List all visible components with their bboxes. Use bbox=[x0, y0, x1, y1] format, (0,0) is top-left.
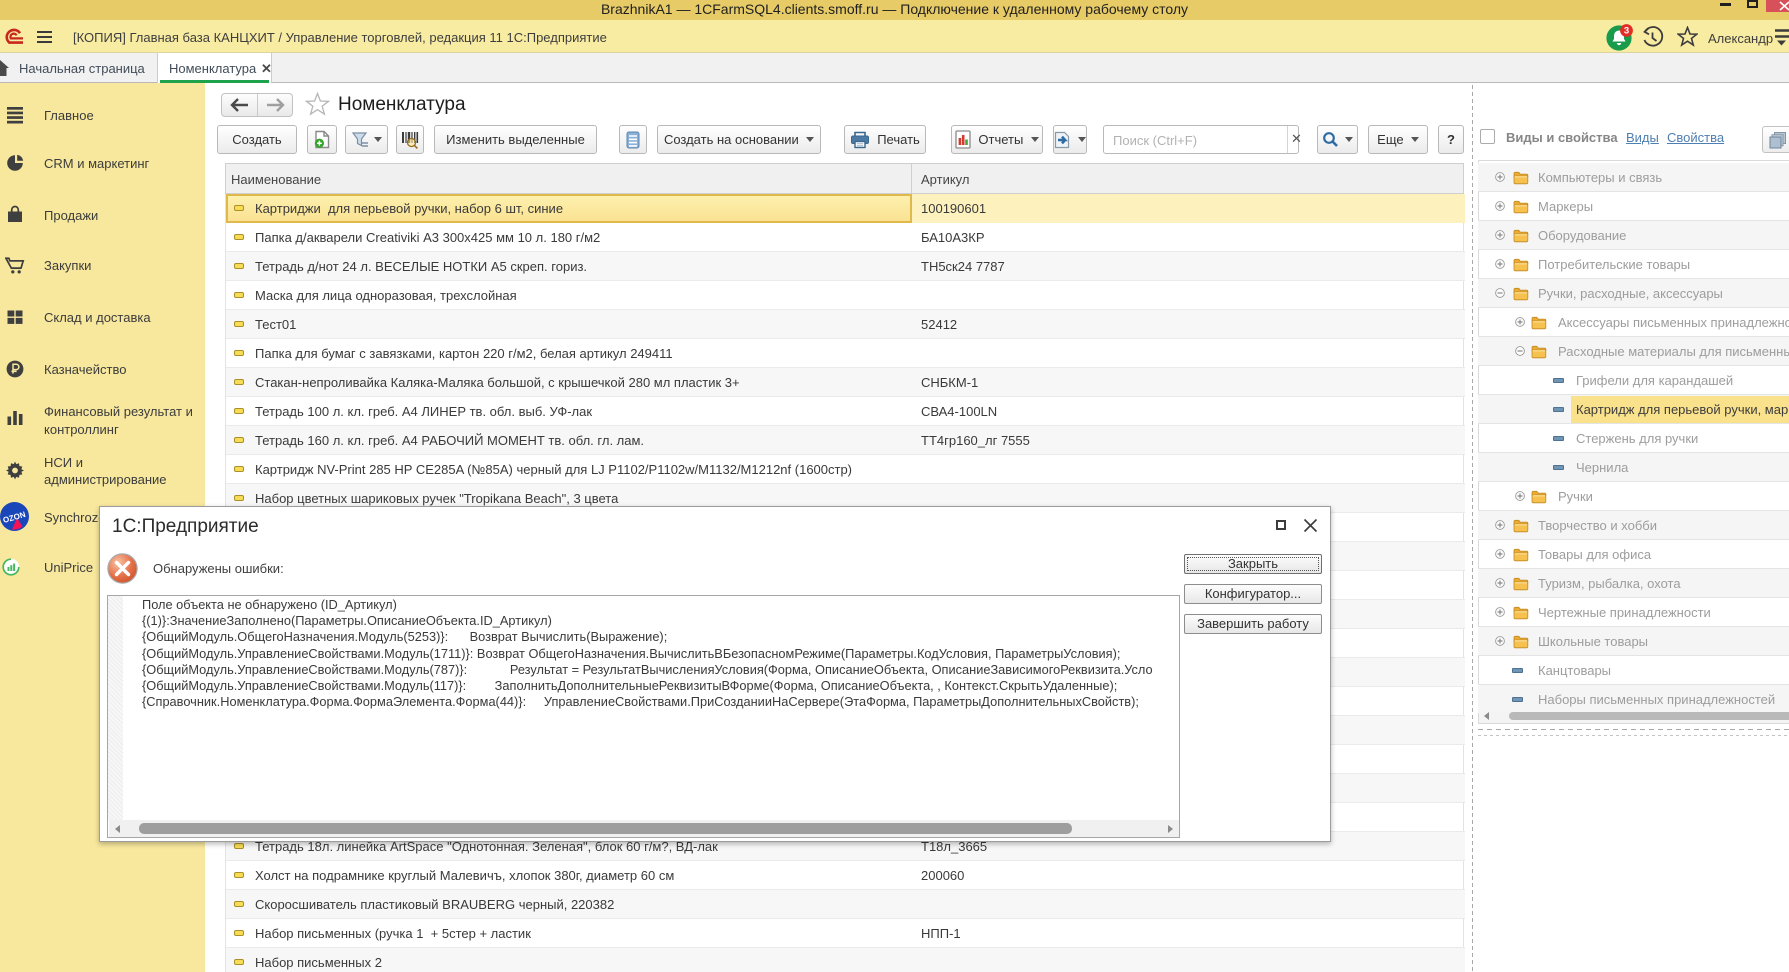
svg-text:3: 3 bbox=[1624, 26, 1629, 37]
